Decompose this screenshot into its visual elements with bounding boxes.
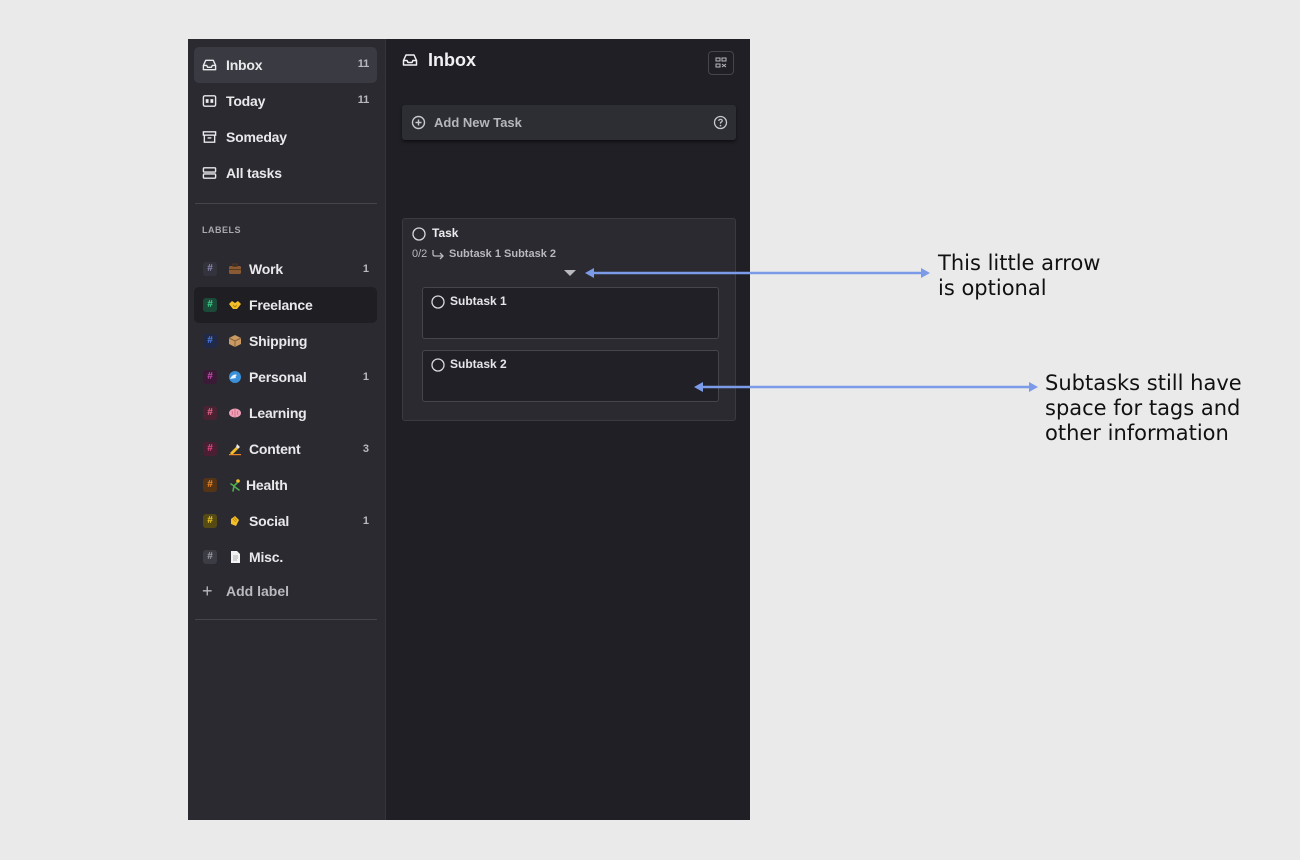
annotation-line: space for tags and [1045, 396, 1241, 420]
annotation-arrow-note: This little arrow is optional [938, 251, 1100, 301]
annotation-line: This little arrow [938, 251, 1101, 275]
arrow-annotation-2 [694, 382, 1038, 392]
annotation-line: other information [1045, 421, 1229, 445]
arrow-annotation-1 [585, 268, 930, 278]
annotation-line: is optional [938, 276, 1047, 300]
annotation-line: Subtasks still have [1045, 371, 1242, 395]
annotation-subtask-note: Subtasks still have space for tags and o… [1045, 371, 1242, 446]
